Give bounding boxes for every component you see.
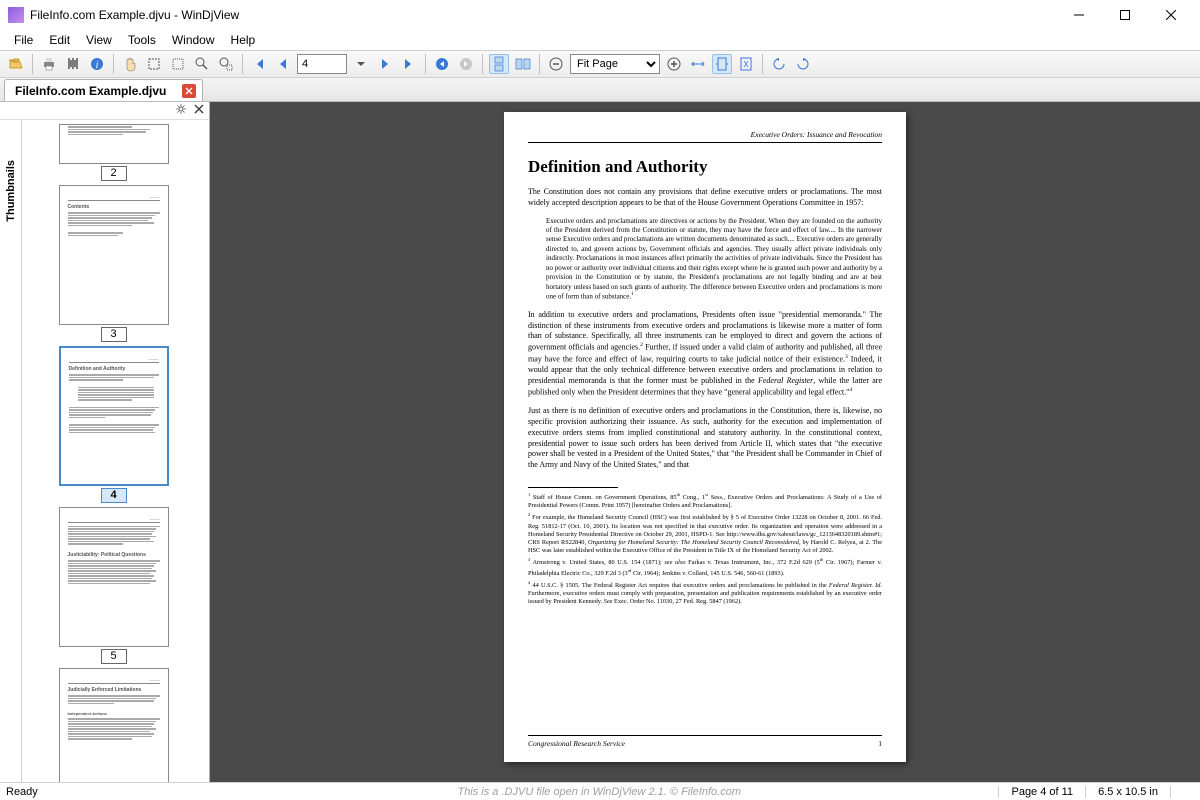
fit-width-icon[interactable] [688,54,708,74]
marquee-zoom-icon[interactable] [216,54,236,74]
magnify-tool-icon[interactable] [192,54,212,74]
menu-view[interactable]: View [78,31,120,49]
minimize-button[interactable] [1056,0,1102,30]
thumbnail-label: 5 [101,649,127,664]
document-tab[interactable]: FileInfo.com Example.djvu [4,79,203,101]
thumbnail-label: 2 [101,166,127,181]
status-dimensions: 6.5 x 10.5 in [1085,786,1170,798]
select-tool-icon[interactable] [144,54,164,74]
maximize-button[interactable] [1102,0,1148,30]
running-head: Executive Orders: Issuance and Revocatio… [528,130,882,143]
footnote-rule [528,487,618,488]
menu-help[interactable]: Help [223,31,264,49]
print-icon[interactable] [39,54,59,74]
menu-tools[interactable]: Tools [120,31,164,49]
rotate-left-icon[interactable] [769,54,789,74]
toolbar: i Fit Page [0,50,1200,78]
thumbnail-sidebar: Thumbnails 2 _____Contents 3 _____Defini… [0,102,210,782]
page-paragraph: In addition to executive orders and proc… [528,310,882,398]
footnote: 1 Staff of House Comm. on Government Ope… [528,492,882,510]
thumbnail-list[interactable]: 2 _____Contents 3 _____Definition and Au… [22,120,209,782]
footnote: 4 44 U.S.C. § 1505. The Federal Register… [528,580,882,607]
page-blockquote: Executive orders and proclamations are d… [546,217,882,302]
thumbnail-label: 4 [101,488,127,503]
document-page: Executive Orders: Issuance and Revocatio… [504,112,906,762]
page-footer: Congressional Research Service1 [528,735,882,748]
actual-size-icon[interactable] [736,54,756,74]
status-caption: This is a .DJVU file open in WinDjView 2… [200,786,998,798]
thumbnail-item[interactable]: 2 [59,124,169,181]
hand-tool-icon[interactable] [120,54,140,74]
zoom-in-icon[interactable] [664,54,684,74]
status-page: Page 4 of 11 [998,786,1085,798]
tab-strip: FileInfo.com Example.djvu [0,78,1200,102]
page-dropdown-icon[interactable] [351,54,371,74]
app-icon [8,7,24,23]
fit-page-icon[interactable] [712,54,732,74]
rotate-right-icon[interactable] [793,54,813,74]
find-icon[interactable] [63,54,83,74]
sidebar-close-icon[interactable] [193,103,205,118]
tab-close-icon[interactable] [182,84,196,98]
menu-window[interactable]: Window [164,31,223,49]
thumbnail-item[interactable]: _____Justiciability: Political Questions… [59,507,169,664]
thumbnail-label: 3 [101,327,127,342]
sidebar-tab-thumbnails[interactable]: Thumbnails [0,120,22,782]
nav-forward-icon[interactable] [456,54,476,74]
close-button[interactable] [1148,0,1194,30]
main-area: Thumbnails 2 _____Contents 3 _____Defini… [0,102,1200,782]
sidebar-settings-icon[interactable] [175,103,187,118]
thumbnail-item[interactable]: _____Definition and Authority 4 [59,346,169,503]
open-icon[interactable] [6,54,26,74]
title-bar: FileInfo.com Example.djvu - WinDjView [0,0,1200,30]
footnote: 2 For example, the Homeland Security Cou… [528,512,882,555]
zoom-out-icon[interactable] [546,54,566,74]
facing-layout-icon[interactable] [513,54,533,74]
next-page-icon[interactable] [375,54,395,74]
page-paragraph: Just as there is no definition of execut… [528,406,882,471]
nav-back-icon[interactable] [432,54,452,74]
page-paragraph: The Constitution does not contain any pr… [528,187,882,209]
info-icon[interactable]: i [87,54,107,74]
page-viewer[interactable]: Executive Orders: Issuance and Revocatio… [210,102,1200,782]
page-number-input[interactable] [297,54,347,74]
status-bar: Ready This is a .DJVU file open in WinDj… [0,782,1200,800]
footnote: 3 Armstrong v. United States, 80 U.S. 15… [528,557,882,578]
svg-text:i: i [96,60,99,71]
last-page-icon[interactable] [399,54,419,74]
status-ready: Ready [0,786,200,798]
zoom-select[interactable]: Fit Page [570,54,660,74]
thumbnail-item[interactable]: _____Contents 3 [59,185,169,342]
window-title: FileInfo.com Example.djvu - WinDjView [30,8,1056,22]
thumbnail-item[interactable]: _____Judicially Enforced LimitationsInde… [59,668,169,782]
rect-select-icon[interactable] [168,54,188,74]
page-heading: Definition and Authority [528,157,882,177]
menu-file[interactable]: File [6,31,41,49]
first-page-icon[interactable] [249,54,269,74]
continuous-layout-icon[interactable] [489,54,509,74]
menu-edit[interactable]: Edit [41,31,78,49]
prev-page-icon[interactable] [273,54,293,74]
menu-bar: File Edit View Tools Window Help [0,30,1200,50]
document-tab-label: FileInfo.com Example.djvu [15,84,166,98]
